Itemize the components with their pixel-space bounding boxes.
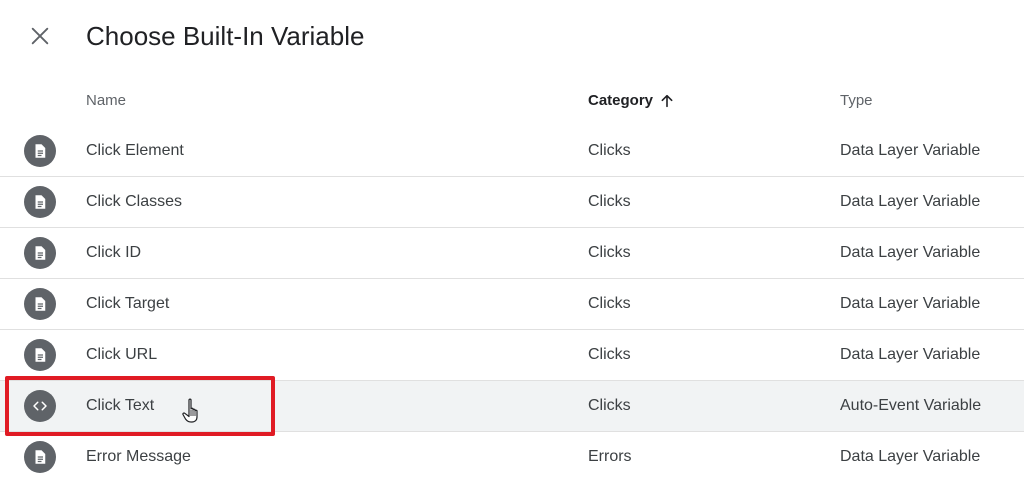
row-name: Click URL [86,346,158,363]
close-button[interactable] [22,18,58,54]
variable-list: Click Element Clicks Data Layer Variable… [0,126,1024,479]
row-category: Clicks [588,142,631,159]
row-type: Data Layer Variable [840,193,981,210]
row-category: Clicks [588,193,631,210]
table-header: Name Category Type [0,76,1024,127]
column-header-type[interactable]: Type [840,76,873,126]
arrow-up-icon [661,94,673,108]
document-icon [24,186,56,218]
row-type: Data Layer Variable [840,346,981,363]
row-name: Click Classes [86,193,183,210]
row-name: Click Text [86,397,155,414]
table-row[interactable]: Error Message Errors Data Layer Variable [0,432,1024,479]
choose-built-in-variable-dialog: Choose Built-In Variable Name Category T… [0,0,1024,479]
column-header-category[interactable]: Category [588,76,675,126]
table-row[interactable]: Click URL Clicks Data Layer Variable [0,330,1024,381]
code-icon [24,390,56,422]
row-type: Data Layer Variable [840,448,981,465]
document-icon [24,135,56,167]
dialog-title: Choose Built-In Variable [86,21,365,51]
table-row[interactable]: Click Target Clicks Data Layer Variable [0,279,1024,330]
close-icon [31,27,49,45]
table-row[interactable]: Click ID Clicks Data Layer Variable [0,228,1024,279]
column-header-category-label: Category [588,92,654,109]
document-icon [24,441,56,473]
row-category: Clicks [588,346,631,363]
document-icon [24,237,56,269]
column-header-name[interactable]: Name [86,76,126,126]
row-category: Errors [588,448,632,465]
row-category: Clicks [588,397,631,414]
row-name: Error Message [86,448,191,465]
row-type: Data Layer Variable [840,295,981,312]
table-row-click-text[interactable]: Click Text Clicks Auto-Event Variable [0,381,1024,432]
table-row[interactable]: Click Classes Clicks Data Layer Variable [0,177,1024,228]
row-category: Clicks [588,295,631,312]
document-icon [24,339,56,371]
row-type: Data Layer Variable [840,244,981,261]
row-type: Data Layer Variable [840,142,981,159]
row-name: Click Element [86,142,184,159]
row-name: Click ID [86,244,142,261]
document-icon [24,288,56,320]
row-type: Auto-Event Variable [840,397,982,414]
table-row[interactable]: Click Element Clicks Data Layer Variable [0,126,1024,177]
row-category: Clicks [588,244,631,261]
row-name: Click Target [86,295,170,312]
